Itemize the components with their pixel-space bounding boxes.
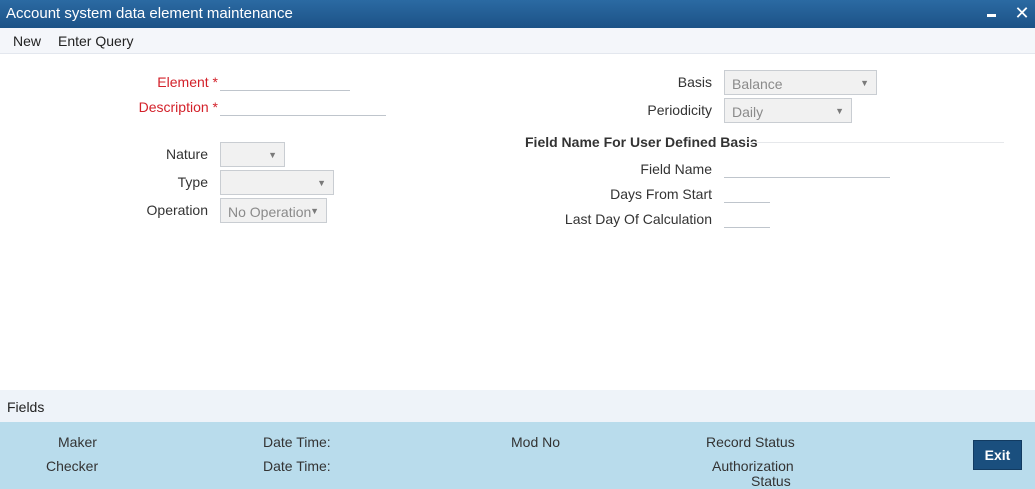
window-titlebar: Account system data element maintenance …	[0, 0, 1035, 28]
nature-label: Nature	[165, 146, 208, 162]
periodicity-select[interactable]: Daily ▼	[724, 98, 852, 123]
field-name-input[interactable]	[724, 158, 890, 178]
section-divider	[742, 142, 1004, 143]
fields-bar: Fields	[0, 390, 1035, 422]
operation-select-value: No Operation	[228, 204, 312, 220]
chevron-down-icon: ▼	[317, 178, 326, 188]
minimize-icon[interactable]	[984, 4, 1002, 24]
exit-button[interactable]: Exit	[973, 440, 1022, 470]
close-icon[interactable]: ✕	[1012, 3, 1032, 23]
last-day-of-calculation-label: Last Day Of Calculation	[564, 211, 712, 227]
description-input[interactable]	[220, 96, 386, 116]
mod-no-label: Mod No	[511, 434, 561, 450]
chevron-down-icon: ▼	[268, 150, 277, 160]
fields-link[interactable]: Fields	[7, 399, 44, 415]
audit-footer: Maker Checker Date Time: Date Time: Mod …	[0, 422, 1035, 489]
basis-select-value: Balance	[732, 76, 783, 92]
maker-date-time-label: Date Time:	[263, 434, 331, 450]
periodicity-label: Periodicity	[647, 102, 712, 118]
authorization-label: Authorization	[712, 458, 794, 474]
days-from-start-input[interactable]	[724, 183, 770, 203]
new-menu-item[interactable]: New	[13, 33, 41, 49]
operation-label: Operation	[146, 202, 208, 218]
checker-label: Checker	[46, 458, 99, 474]
periodicity-select-value: Daily	[732, 104, 764, 120]
operation-select[interactable]: No Operation ▼	[220, 198, 327, 223]
field-name-label: Field Name	[640, 161, 712, 177]
window-title: Account system data element maintenance	[6, 5, 293, 22]
nature-select[interactable]: ▼	[220, 142, 285, 167]
record-status-label: Record Status	[706, 434, 795, 450]
chevron-down-icon: ▼	[310, 206, 319, 216]
basis-select[interactable]: Balance ▼	[724, 70, 877, 95]
user-defined-basis-section-title: Field Name For User Defined Basis	[525, 134, 758, 150]
menu-bar: New Enter Query	[0, 28, 1035, 54]
element-input[interactable]	[220, 71, 350, 91]
basis-label: Basis	[677, 74, 712, 90]
element-label: Element *	[157, 74, 218, 90]
type-label: Type	[177, 174, 208, 190]
enter-query-menu-item[interactable]: Enter Query	[58, 33, 133, 49]
last-day-of-calculation-input[interactable]	[724, 208, 770, 228]
chevron-down-icon: ▼	[835, 106, 844, 116]
description-label: Description *	[138, 99, 218, 115]
chevron-down-icon: ▼	[860, 78, 869, 88]
authorization-status-label: Status	[751, 473, 791, 489]
checker-date-time-label: Date Time:	[263, 458, 331, 474]
type-select[interactable]: ▼	[220, 170, 334, 195]
maker-label: Maker	[58, 434, 97, 450]
days-from-start-label: Days From Start	[610, 186, 712, 202]
